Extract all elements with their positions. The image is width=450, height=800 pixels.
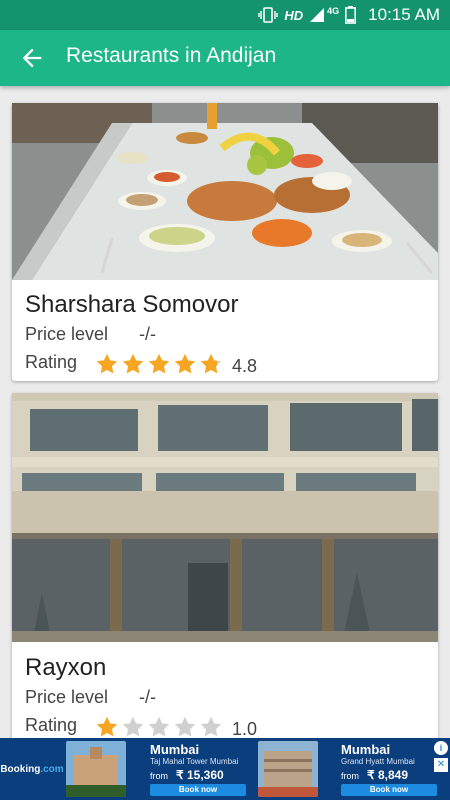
star-icon	[122, 716, 144, 737]
ad-from-label: from	[341, 771, 359, 781]
restaurant-card[interactable]: Sharshara Somovor Price level -/- Rating…	[12, 103, 438, 381]
restaurant-photo	[12, 103, 438, 280]
rating-value: 1.0	[232, 719, 258, 738]
vibrate-icon	[258, 7, 279, 23]
ad-city: Mumbai	[150, 742, 200, 757]
book-now-button[interactable]: Book now	[150, 784, 246, 796]
star-icon	[148, 353, 170, 374]
ad-brand: Booking	[0, 763, 41, 775]
app-bar: Restaurants in Andijan	[0, 30, 450, 86]
restaurant-name: Rayxon	[25, 654, 107, 681]
restaurant-name: Sharshara Somovor	[25, 291, 239, 318]
star-icon	[174, 353, 196, 374]
star-icon	[200, 353, 222, 374]
building-facade-image	[12, 393, 438, 642]
star-icon	[96, 716, 118, 737]
signal-icon	[310, 8, 325, 22]
rating-label: Rating	[25, 352, 78, 372]
star-icon	[200, 716, 222, 737]
ad-hotel-name: Grand Hyatt Mumbai	[341, 757, 415, 766]
hotel-image	[66, 741, 126, 797]
rating-stars	[95, 352, 223, 376]
star-icon	[174, 716, 196, 737]
ad-choices-icon[interactable]: i	[434, 741, 448, 755]
restaurant-card[interactable]: Rayxon Price level -/- Rating 1.0	[12, 393, 438, 738]
ad-price: ₹ 8,849	[367, 768, 408, 782]
restaurant-list[interactable]: Sharshara Somovor Price level -/- Rating…	[0, 86, 450, 738]
restaurant-photo	[12, 393, 438, 642]
ad-brand-suffix: .com	[40, 763, 64, 775]
rating-label: Rating	[25, 715, 78, 735]
food-table-image	[12, 103, 438, 280]
star-icon	[122, 353, 144, 374]
price-level-label: Price level	[25, 687, 109, 707]
ad-hotel-name: Taj Mahal Tower Mumbai	[150, 757, 239, 766]
ad-banner[interactable]: Booking .com Mumbai Taj Mahal Tower Mumba…	[0, 738, 450, 800]
rating-stars	[95, 715, 223, 738]
network-type: 4G	[327, 6, 340, 16]
ad-price: ₹ 15,360	[176, 768, 224, 782]
star-icon	[148, 716, 170, 737]
hotel-image	[258, 741, 318, 797]
ad-close-icon[interactable]: ✕	[434, 758, 448, 772]
book-now-button[interactable]: Book now	[341, 784, 437, 796]
price-level-value: -/-	[139, 324, 156, 344]
price-level-label: Price level	[25, 324, 109, 344]
ad-city: Mumbai	[341, 742, 391, 757]
battery-icon	[345, 6, 357, 24]
status-bar: HD 4G 10:15 AM	[0, 0, 450, 30]
star-icon	[96, 353, 118, 374]
hd-indicator: HD	[284, 7, 304, 23]
price-level-value: -/-	[139, 687, 156, 707]
page-title: Restaurants in Andijan	[66, 44, 277, 67]
ad-from-label: from	[150, 771, 168, 781]
clock: 10:15 AM	[368, 5, 440, 24]
rating-value: 4.8	[232, 356, 258, 376]
booking-logo: Booking .com	[0, 738, 64, 800]
back-arrow-icon[interactable]	[18, 44, 46, 72]
